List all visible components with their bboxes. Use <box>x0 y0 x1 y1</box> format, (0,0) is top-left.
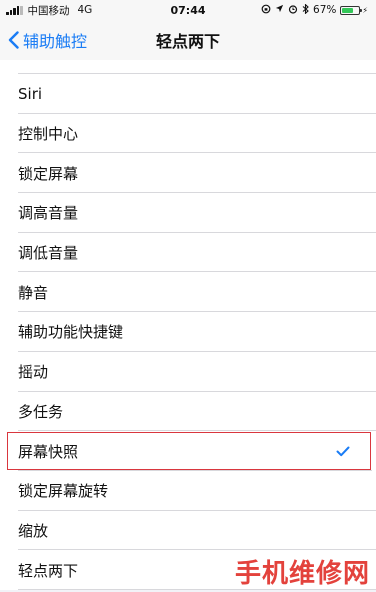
list-item-label: 多任务 <box>18 402 64 421</box>
list-item[interactable]: 调高音量 <box>0 193 376 233</box>
navigation-bar: 辅助触控 轻点两下 <box>0 20 376 61</box>
battery-percent: 67% <box>313 4 337 16</box>
list-item[interactable]: 控制中心 <box>0 113 376 154</box>
alarm-icon <box>288 4 298 17</box>
list-item[interactable]: 静音 <box>0 272 376 313</box>
list-item-partial <box>18 60 376 74</box>
list-item-label: 摇动 <box>18 363 49 382</box>
list-item-label: 静音 <box>18 283 49 302</box>
charging-bolt-icon: ⚡ <box>362 5 368 15</box>
list-item[interactable]: 缩放 <box>0 510 376 551</box>
action-option-list: Siri 控制中心锁定屏幕调高音量调低音量静音辅助功能快捷键 摇动多任务屏幕快照锁定… <box>0 60 376 590</box>
list-item[interactable]: 辅助功能快捷键 <box>0 312 376 352</box>
list-item[interactable]: 多任务 <box>0 391 376 432</box>
list-item-label: 缩放 <box>18 521 49 540</box>
list-item[interactable]: 屏幕快照 <box>6 431 372 471</box>
status-bar: 中国移动 4G 07:44 67% ⚡ <box>0 0 376 20</box>
list-item-label: 屏幕快照 <box>18 442 79 461</box>
list-item-label: 锁定屏幕旋转 <box>18 482 109 501</box>
list-item-label: 轻点两下 <box>18 561 79 580</box>
list-item[interactable]: 锁定屏幕 <box>0 153 376 194</box>
battery-icon <box>340 5 363 15</box>
list-item[interactable]: 调低音量 <box>0 232 376 273</box>
list-item-label: 调低音量 <box>18 244 79 263</box>
list-item-label: 锁定屏幕 <box>18 164 79 183</box>
list-item-label: Siri <box>18 84 43 103</box>
checkmark-icon <box>336 431 350 471</box>
bluetooth-icon <box>302 2 309 17</box>
list-item-label: 控制中心 <box>18 125 79 144</box>
watermark: 手机维修网 <box>234 559 370 589</box>
battery-fill <box>342 7 354 13</box>
list-item[interactable]: 摇动 <box>0 351 376 392</box>
rotation-lock-icon <box>261 4 271 17</box>
list-item-label: 调高音量 <box>18 204 79 223</box>
location-icon <box>275 4 284 16</box>
list-item[interactable]: Siri <box>0 74 376 114</box>
page-title: 轻点两下 <box>155 32 220 51</box>
list-item[interactable]: 锁定屏幕旋转 <box>0 470 376 511</box>
list-item-label: 辅助功能快捷键 <box>18 323 124 342</box>
status-right: 67% ⚡ <box>257 0 368 20</box>
